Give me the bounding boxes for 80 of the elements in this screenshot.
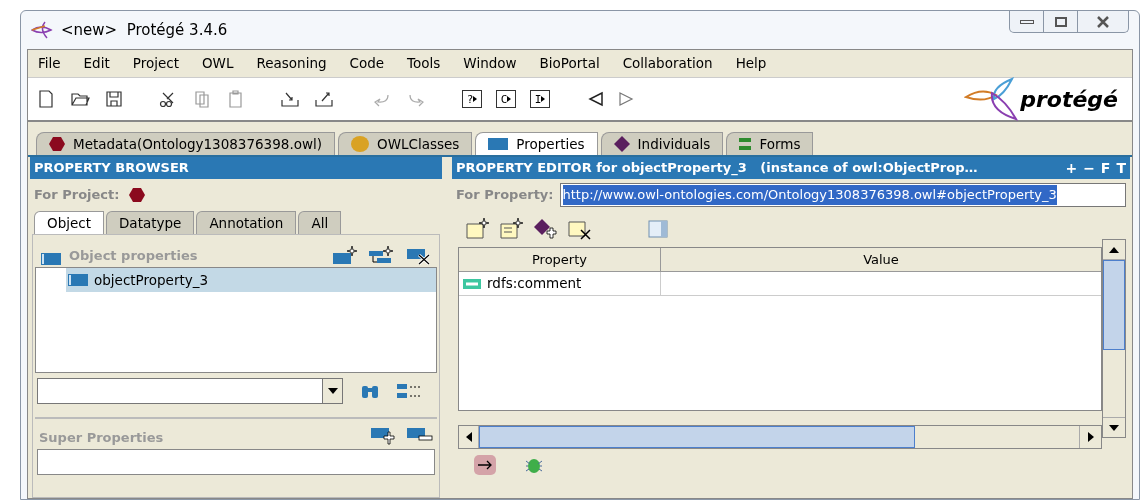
property-type-tab[interactable]: Annotation xyxy=(196,211,297,234)
column-header[interactable]: Property xyxy=(459,248,661,271)
window-title: <new> Protégé 3.4.6 xyxy=(61,19,228,41)
add-superproperty-icon[interactable] xyxy=(371,427,395,447)
menu-item[interactable]: OWL xyxy=(201,53,234,74)
column-header[interactable]: Value xyxy=(661,248,1101,271)
property-type-tab[interactable]: Datatype xyxy=(105,211,195,234)
export-icon[interactable] xyxy=(314,89,334,109)
section-title: Super Properties xyxy=(39,428,164,447)
scrollbar-thumb[interactable] xyxy=(1103,260,1125,350)
menu-item[interactable]: Code xyxy=(349,53,385,74)
list-icon[interactable] xyxy=(397,382,421,400)
protege-logo-icon xyxy=(964,77,1019,121)
diamond-icon xyxy=(613,136,630,152)
delete-property-icon[interactable] xyxy=(407,247,431,265)
hexagon-icon xyxy=(49,137,65,151)
header-button[interactable]: T xyxy=(1116,161,1126,175)
menu-item[interactable]: File xyxy=(38,53,61,74)
play-icon xyxy=(541,96,546,102)
circle-icon xyxy=(351,136,369,152)
new-note-icon[interactable] xyxy=(466,218,490,240)
vertical-scrollbar[interactable] xyxy=(1102,239,1126,438)
binoculars-icon[interactable] xyxy=(361,384,379,398)
main-tab[interactable]: Individuals xyxy=(600,132,724,155)
left-arrow-icon xyxy=(465,432,472,442)
property-icon xyxy=(68,274,88,286)
play-icon xyxy=(473,96,478,102)
protege-logo-text: protégé xyxy=(1020,85,1118,114)
query-button[interactable]: ? xyxy=(462,90,482,108)
forms-icon xyxy=(739,138,752,150)
main-tab[interactable]: Metadata(Ontology1308376398.owl) xyxy=(36,132,335,155)
save-icon[interactable] xyxy=(104,89,124,109)
create-subproperty-icon[interactable] xyxy=(369,245,395,265)
property-type-tab[interactable]: Object xyxy=(34,211,104,234)
uri-field[interactable]: http://www.owl-ontologies.com/Ontology1308376398.owl#objectProperty_3 xyxy=(559,183,1126,207)
down-arrow-icon xyxy=(1109,424,1119,431)
main-tab[interactable]: Properties xyxy=(475,132,598,155)
close-icon xyxy=(1096,15,1110,28)
editor-title: PROPERTY EDITOR for objectProperty_3 (instance of owl:ObjectProp… xyxy=(456,159,978,178)
hexagon-icon xyxy=(129,188,146,202)
scrollbar-thumb[interactable] xyxy=(479,426,915,448)
add-instance-icon[interactable] xyxy=(534,218,558,240)
up-arrow-icon xyxy=(1109,246,1119,253)
for-property-label: For Property: xyxy=(456,186,554,205)
new-document-icon[interactable] xyxy=(500,218,524,240)
query-button[interactable]: I xyxy=(530,90,550,108)
horizontal-scrollbar[interactable] xyxy=(458,425,1102,449)
delete-note-icon[interactable] xyxy=(568,218,592,240)
header-button[interactable]: − xyxy=(1083,161,1095,175)
property-type-tab[interactable]: All xyxy=(298,211,342,234)
main-tab[interactable]: OWLClasses xyxy=(338,132,473,155)
app-logo-icon xyxy=(31,21,53,39)
header-button[interactable]: + xyxy=(1065,161,1078,175)
annotation-icon xyxy=(463,278,481,289)
query-button[interactable]: C xyxy=(496,90,516,108)
menu-item[interactable]: Help xyxy=(735,53,767,74)
for-project-label: For Project: xyxy=(34,186,120,205)
menu-item[interactable]: Reasoning xyxy=(256,53,327,74)
menu-item[interactable]: Project xyxy=(132,53,179,74)
back-icon[interactable] xyxy=(588,91,604,107)
forward-icon[interactable] xyxy=(618,91,634,107)
panel-header: PROPERTY BROWSER xyxy=(30,157,442,179)
table-cell: rdfs:comment xyxy=(459,272,661,295)
create-property-icon[interactable] xyxy=(333,245,357,265)
property-icon xyxy=(488,138,509,150)
property-icon xyxy=(41,253,61,265)
menu-item[interactable]: Edit xyxy=(83,53,110,74)
right-arrow-icon xyxy=(1087,432,1094,442)
tree-item[interactable]: objectProperty_3 xyxy=(66,268,436,292)
play-icon xyxy=(507,96,512,102)
menu-item[interactable]: Window xyxy=(463,53,517,74)
main-tab[interactable]: Forms xyxy=(726,132,814,155)
header-button[interactable]: F xyxy=(1100,161,1111,175)
dropdown-icon xyxy=(327,388,338,394)
menu-item[interactable]: Tools xyxy=(407,53,441,74)
menu-item[interactable]: Collaboration xyxy=(622,53,713,74)
menu-item[interactable]: BioPortal xyxy=(539,53,600,74)
new-file-icon[interactable] xyxy=(36,89,56,109)
section-title: Object properties xyxy=(69,246,198,265)
remove-superproperty-icon[interactable] xyxy=(407,427,433,443)
